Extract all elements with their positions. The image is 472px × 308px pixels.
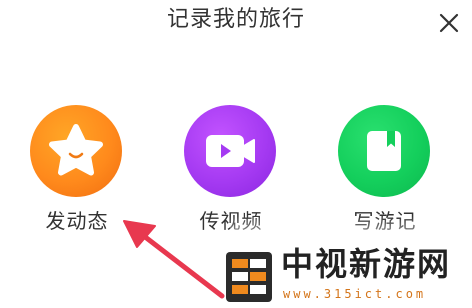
watermark-url: www.315ict.com [283,287,427,301]
watermark-title: 中视新游网 [281,245,452,283]
site-logo-icon [226,252,272,302]
publish-sheet: 记录我的旅行 发动态 传视频 写游记 [0,0,472,308]
